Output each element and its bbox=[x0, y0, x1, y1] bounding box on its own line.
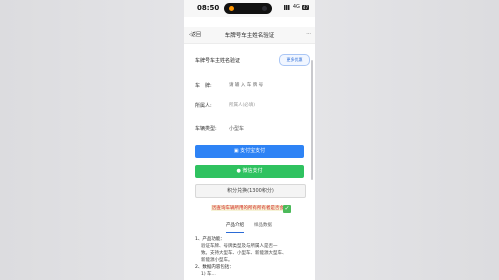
checkmark-icon: ✓ bbox=[283, 205, 291, 213]
vehicle-type-label: 车辆类型: bbox=[195, 126, 217, 132]
status-bar: 08:50 4G 47 bbox=[184, 0, 315, 17]
wechat-pay-button[interactable]: ● 微信支付 bbox=[195, 165, 304, 178]
network-type: 4G bbox=[292, 4, 300, 10]
active-tab-indicator bbox=[226, 232, 244, 233]
signal-icon bbox=[283, 4, 291, 10]
owner-label: 所属人: bbox=[195, 103, 212, 109]
dynamic-island bbox=[224, 3, 272, 14]
detail-tabs: 产品介绍 样品数据 bbox=[184, 220, 315, 233]
intro-line: 致。支持大型车、小型车、新能源大型车、 bbox=[201, 251, 287, 256]
phone-screen: 08:50 4G 47 ‹返回 车牌号车主姓名验证 ··· 车牌号车主姓名验证 … bbox=[184, 0, 315, 280]
product-intro: 1、产品功能： 验证车牌、号牌类型及与所属人是否一 致。支持大型车、小型车、新能… bbox=[195, 236, 308, 278]
intro-line: 新能源小型车。 bbox=[201, 258, 233, 263]
intro-heading-2: 2、数据内容包括： bbox=[195, 265, 234, 270]
intro-line: 1) 车... bbox=[201, 272, 216, 277]
background-right bbox=[315, 0, 499, 280]
intro-heading-1: 1、产品功能： bbox=[195, 237, 225, 242]
page-title: 车牌号车主姓名验证 bbox=[224, 33, 275, 39]
camera-icon bbox=[262, 6, 267, 11]
more-promotions-button[interactable]: 更多优惠 bbox=[279, 54, 310, 66]
intro-line: 验证车牌、号牌类型及与所属人是否一 bbox=[201, 244, 278, 249]
alipay-pay-button[interactable]: ▣ 支付宝支付 bbox=[195, 145, 304, 158]
form-section-title: 车牌号车主姓名验证 bbox=[195, 58, 241, 64]
vehicle-type-select[interactable]: 小型车 bbox=[229, 125, 244, 132]
plate-label: 车 牌: bbox=[195, 83, 212, 89]
battery-icon: 47 bbox=[301, 4, 309, 10]
more-menu-button[interactable]: ··· bbox=[306, 31, 311, 37]
plate-number-input[interactable]: 请 输 入 车 牌 号 bbox=[229, 82, 263, 88]
background-left bbox=[0, 0, 184, 280]
status-time: 08:50 bbox=[197, 4, 220, 12]
alipay-label: 支付宝支付 bbox=[240, 148, 266, 154]
promo-notice: 因查询车辆所用的所有所有者是否会 bbox=[211, 205, 285, 211]
status-indicators: 4G 47 bbox=[283, 4, 309, 10]
scrollbar[interactable] bbox=[311, 60, 313, 180]
points-redeem-button[interactable]: 积分兑换(1300积分) bbox=[195, 184, 306, 198]
recording-indicator-icon bbox=[229, 6, 234, 11]
wechat-label: 微信支付 bbox=[242, 168, 263, 174]
tab-product-intro[interactable]: 产品介绍 bbox=[226, 222, 244, 228]
owner-name-input[interactable]: 所属人(必填) bbox=[229, 102, 255, 108]
navigation-bar: ‹返回 车牌号车主姓名验证 ··· bbox=[184, 27, 315, 44]
tab-sample-data[interactable]: 样品数据 bbox=[254, 222, 272, 228]
